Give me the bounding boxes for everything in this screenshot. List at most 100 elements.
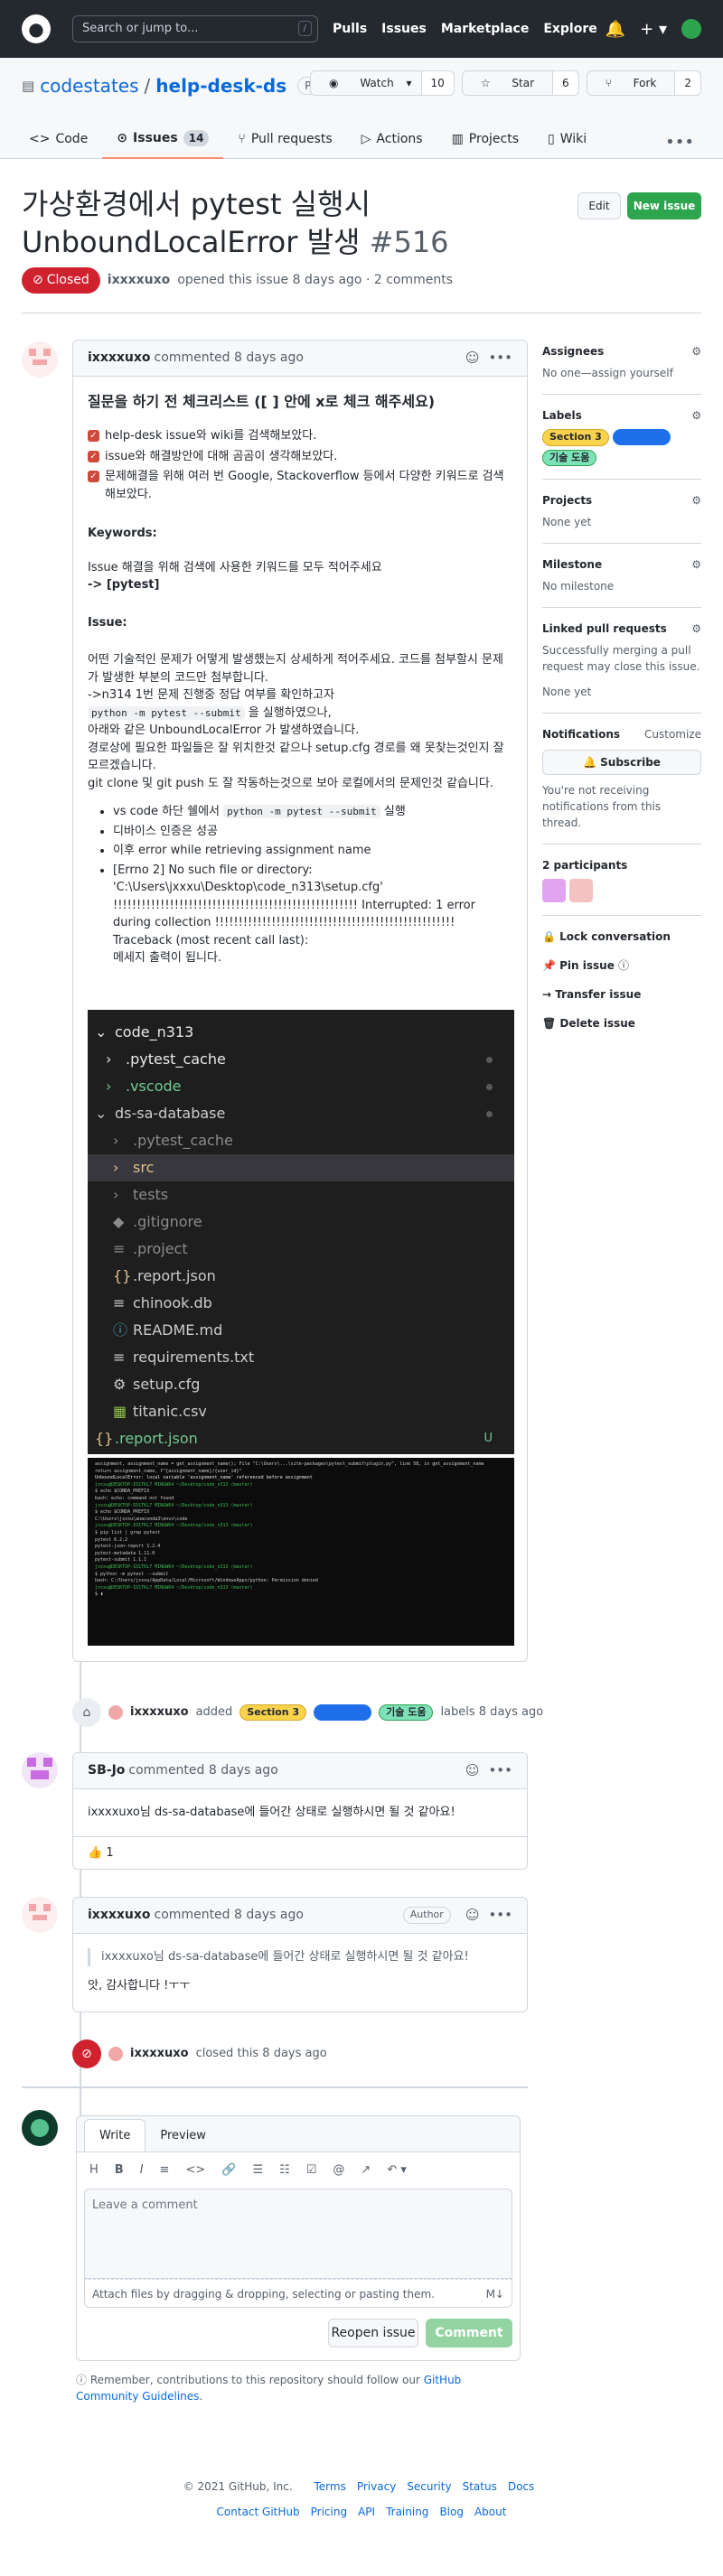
- explorer-item[interactable]: › .pytest_cache: [88, 1127, 514, 1154]
- cross-reference-icon[interactable]: ↗: [361, 2161, 371, 2179]
- create-new-menu[interactable]: + ▾: [640, 17, 667, 42]
- label-section-3[interactable]: Section 3: [239, 1703, 307, 1722]
- watch-count[interactable]: 10: [420, 71, 454, 95]
- small-avatar[interactable]: [108, 1705, 123, 1720]
- label-blue[interactable]: [314, 1704, 372, 1721]
- avatar[interactable]: [22, 1897, 58, 1933]
- nav-marketplace[interactable]: Marketplace: [441, 20, 529, 39]
- more-icon[interactable]: •••: [488, 1905, 512, 1926]
- explorer-item[interactable]: › tests: [88, 1181, 514, 1209]
- event-author[interactable]: ixxxxuxo: [130, 1703, 189, 1722]
- explorer-item[interactable]: ⌄ code_n313: [88, 1019, 514, 1046]
- comment-author[interactable]: ixxxxuxo: [88, 349, 151, 368]
- gear-icon[interactable]: ⚙: [691, 407, 701, 424]
- gear-icon[interactable]: ⚙: [691, 492, 701, 509]
- smiley-icon[interactable]: ☺: [465, 1905, 480, 1926]
- more-icon[interactable]: •••: [488, 1760, 512, 1781]
- label-blue[interactable]: [612, 429, 671, 445]
- more-icon[interactable]: •••: [488, 348, 512, 369]
- footer-link[interactable]: Pricing: [311, 2506, 347, 2518]
- participant-avatar[interactable]: [542, 879, 566, 902]
- explorer-item[interactable]: › .vscode: [88, 1073, 514, 1100]
- footer-link[interactable]: API: [358, 2506, 375, 2518]
- attach-files-area[interactable]: Attach files by dragging & dropping, sel…: [84, 2278, 512, 2308]
- explorer-item[interactable]: {} .report.json: [88, 1263, 514, 1290]
- explorer-item[interactable]: {} .report.json U: [88, 1425, 514, 1452]
- bold-icon[interactable]: B: [115, 2161, 124, 2179]
- bell-icon[interactable]: 🔔: [606, 17, 625, 42]
- avatar[interactable]: [22, 341, 58, 378]
- transfer-issue-button[interactable]: → Transfer issue: [542, 986, 701, 1003]
- comment-textarea[interactable]: Leave a comment: [84, 2188, 512, 2279]
- pin-issue-button[interactable]: 📌 Pin issue ⓘ: [542, 957, 701, 974]
- quote-icon[interactable]: ≡: [160, 2161, 170, 2179]
- delete-issue-button[interactable]: 🗑 Delete issue: [542, 1015, 701, 1031]
- comment-author[interactable]: SB-Jo: [88, 1761, 125, 1780]
- comment-author[interactable]: ixxxxuxo: [88, 1906, 151, 1925]
- gear-icon[interactable]: ⚙: [691, 621, 701, 637]
- current-user-avatar[interactable]: [22, 2110, 58, 2146]
- footer-link[interactable]: Privacy: [357, 2480, 396, 2493]
- comment-time[interactable]: commented 8 days ago: [128, 1761, 277, 1780]
- tab-actions[interactable]: ▷ Actions: [347, 119, 437, 159]
- nav-pulls[interactable]: Pulls: [333, 20, 367, 39]
- unordered-list-icon[interactable]: ☰: [252, 2161, 263, 2179]
- search-input[interactable]: Search or jump to... /: [72, 15, 318, 42]
- explorer-item[interactable]: ⓘ README.md: [88, 1317, 514, 1344]
- subscribe-button[interactable]: 🔔 Subscribe: [542, 750, 701, 775]
- gear-icon[interactable]: ⚙: [691, 343, 701, 359]
- footer-link[interactable]: About: [474, 2506, 506, 2518]
- explorer-item[interactable]: ⚙ setup.cfg: [88, 1371, 514, 1398]
- checkbox-checked-icon[interactable]: ✓: [88, 450, 99, 462]
- star-count[interactable]: 6: [552, 71, 578, 95]
- saved-replies-icon[interactable]: ↶ ▾: [387, 2161, 407, 2179]
- fork-count[interactable]: 2: [674, 71, 700, 95]
- comment-time[interactable]: commented 8 days ago: [155, 1906, 304, 1925]
- issue-author-link[interactable]: ixxxxuxo: [108, 271, 171, 290]
- repo-owner-link[interactable]: codestates: [40, 72, 138, 99]
- explorer-item[interactable]: ▦ titanic.csv: [88, 1398, 514, 1425]
- mention-icon[interactable]: @: [333, 2161, 344, 2179]
- nav-explore[interactable]: Explore: [543, 20, 596, 39]
- checkbox-checked-icon[interactable]: ✓: [88, 430, 99, 442]
- italic-icon[interactable]: I: [140, 2161, 144, 2179]
- small-avatar[interactable]: [108, 2047, 123, 2061]
- comment-button[interactable]: Comment: [426, 2319, 512, 2347]
- new-issue-button[interactable]: New issue: [627, 192, 701, 219]
- avatar[interactable]: [22, 1752, 58, 1788]
- tab-issues[interactable]: ⊙ Issues 14: [102, 119, 224, 159]
- edit-button[interactable]: Edit: [577, 192, 621, 219]
- smiley-icon[interactable]: ☺: [465, 348, 480, 369]
- user-avatar[interactable]: [681, 19, 701, 39]
- tab-write[interactable]: Write: [84, 2118, 146, 2151]
- reopen-issue-button[interactable]: Reopen issue: [328, 2319, 418, 2347]
- explorer-item[interactable]: ≡ chinook.db: [88, 1290, 514, 1317]
- footer-link[interactable]: Security: [407, 2480, 451, 2493]
- github-logo-icon[interactable]: ●: [22, 14, 51, 43]
- explorer-item[interactable]: ◆ .gitignore: [88, 1209, 514, 1236]
- reaction-button[interactable]: 👍 1: [73, 1836, 527, 1869]
- label-tech-help[interactable]: 기술 도움: [379, 1703, 434, 1722]
- tab-preview[interactable]: Preview: [146, 2120, 221, 2152]
- footer-link[interactable]: Blog: [439, 2506, 464, 2518]
- fork-button[interactable]: ⑂ Fork 2: [586, 70, 701, 96]
- participant-avatar[interactable]: [569, 879, 593, 902]
- link-icon[interactable]: 🔗: [221, 2161, 236, 2179]
- explorer-item[interactable]: ≡ .project: [88, 1236, 514, 1263]
- repo-name-link[interactable]: help-desk-ds: [155, 72, 286, 99]
- footer-link[interactable]: Status: [463, 2480, 497, 2493]
- explorer-item[interactable]: › src: [88, 1154, 514, 1181]
- nav-issues[interactable]: Issues: [381, 20, 427, 39]
- tab-wiki[interactable]: ▯ Wiki: [533, 119, 601, 159]
- footer-link[interactable]: Training: [386, 2506, 428, 2518]
- footer-link[interactable]: Docs: [508, 2480, 534, 2493]
- customize-link[interactable]: Customize: [644, 726, 701, 742]
- ordered-list-icon[interactable]: ☷: [279, 2161, 290, 2179]
- watch-button[interactable]: ◉ Watch ▾ 10: [310, 70, 455, 96]
- event-author[interactable]: ixxxxuxo: [130, 2045, 189, 2063]
- tab-code[interactable]: <> Code: [14, 119, 102, 159]
- footer-link[interactable]: Contact GitHub: [217, 2506, 300, 2518]
- explorer-item[interactable]: › .pytest_cache: [88, 1046, 514, 1073]
- more-icon[interactable]: •••: [665, 130, 694, 154]
- label-tech-help[interactable]: 기술 도움: [542, 449, 597, 466]
